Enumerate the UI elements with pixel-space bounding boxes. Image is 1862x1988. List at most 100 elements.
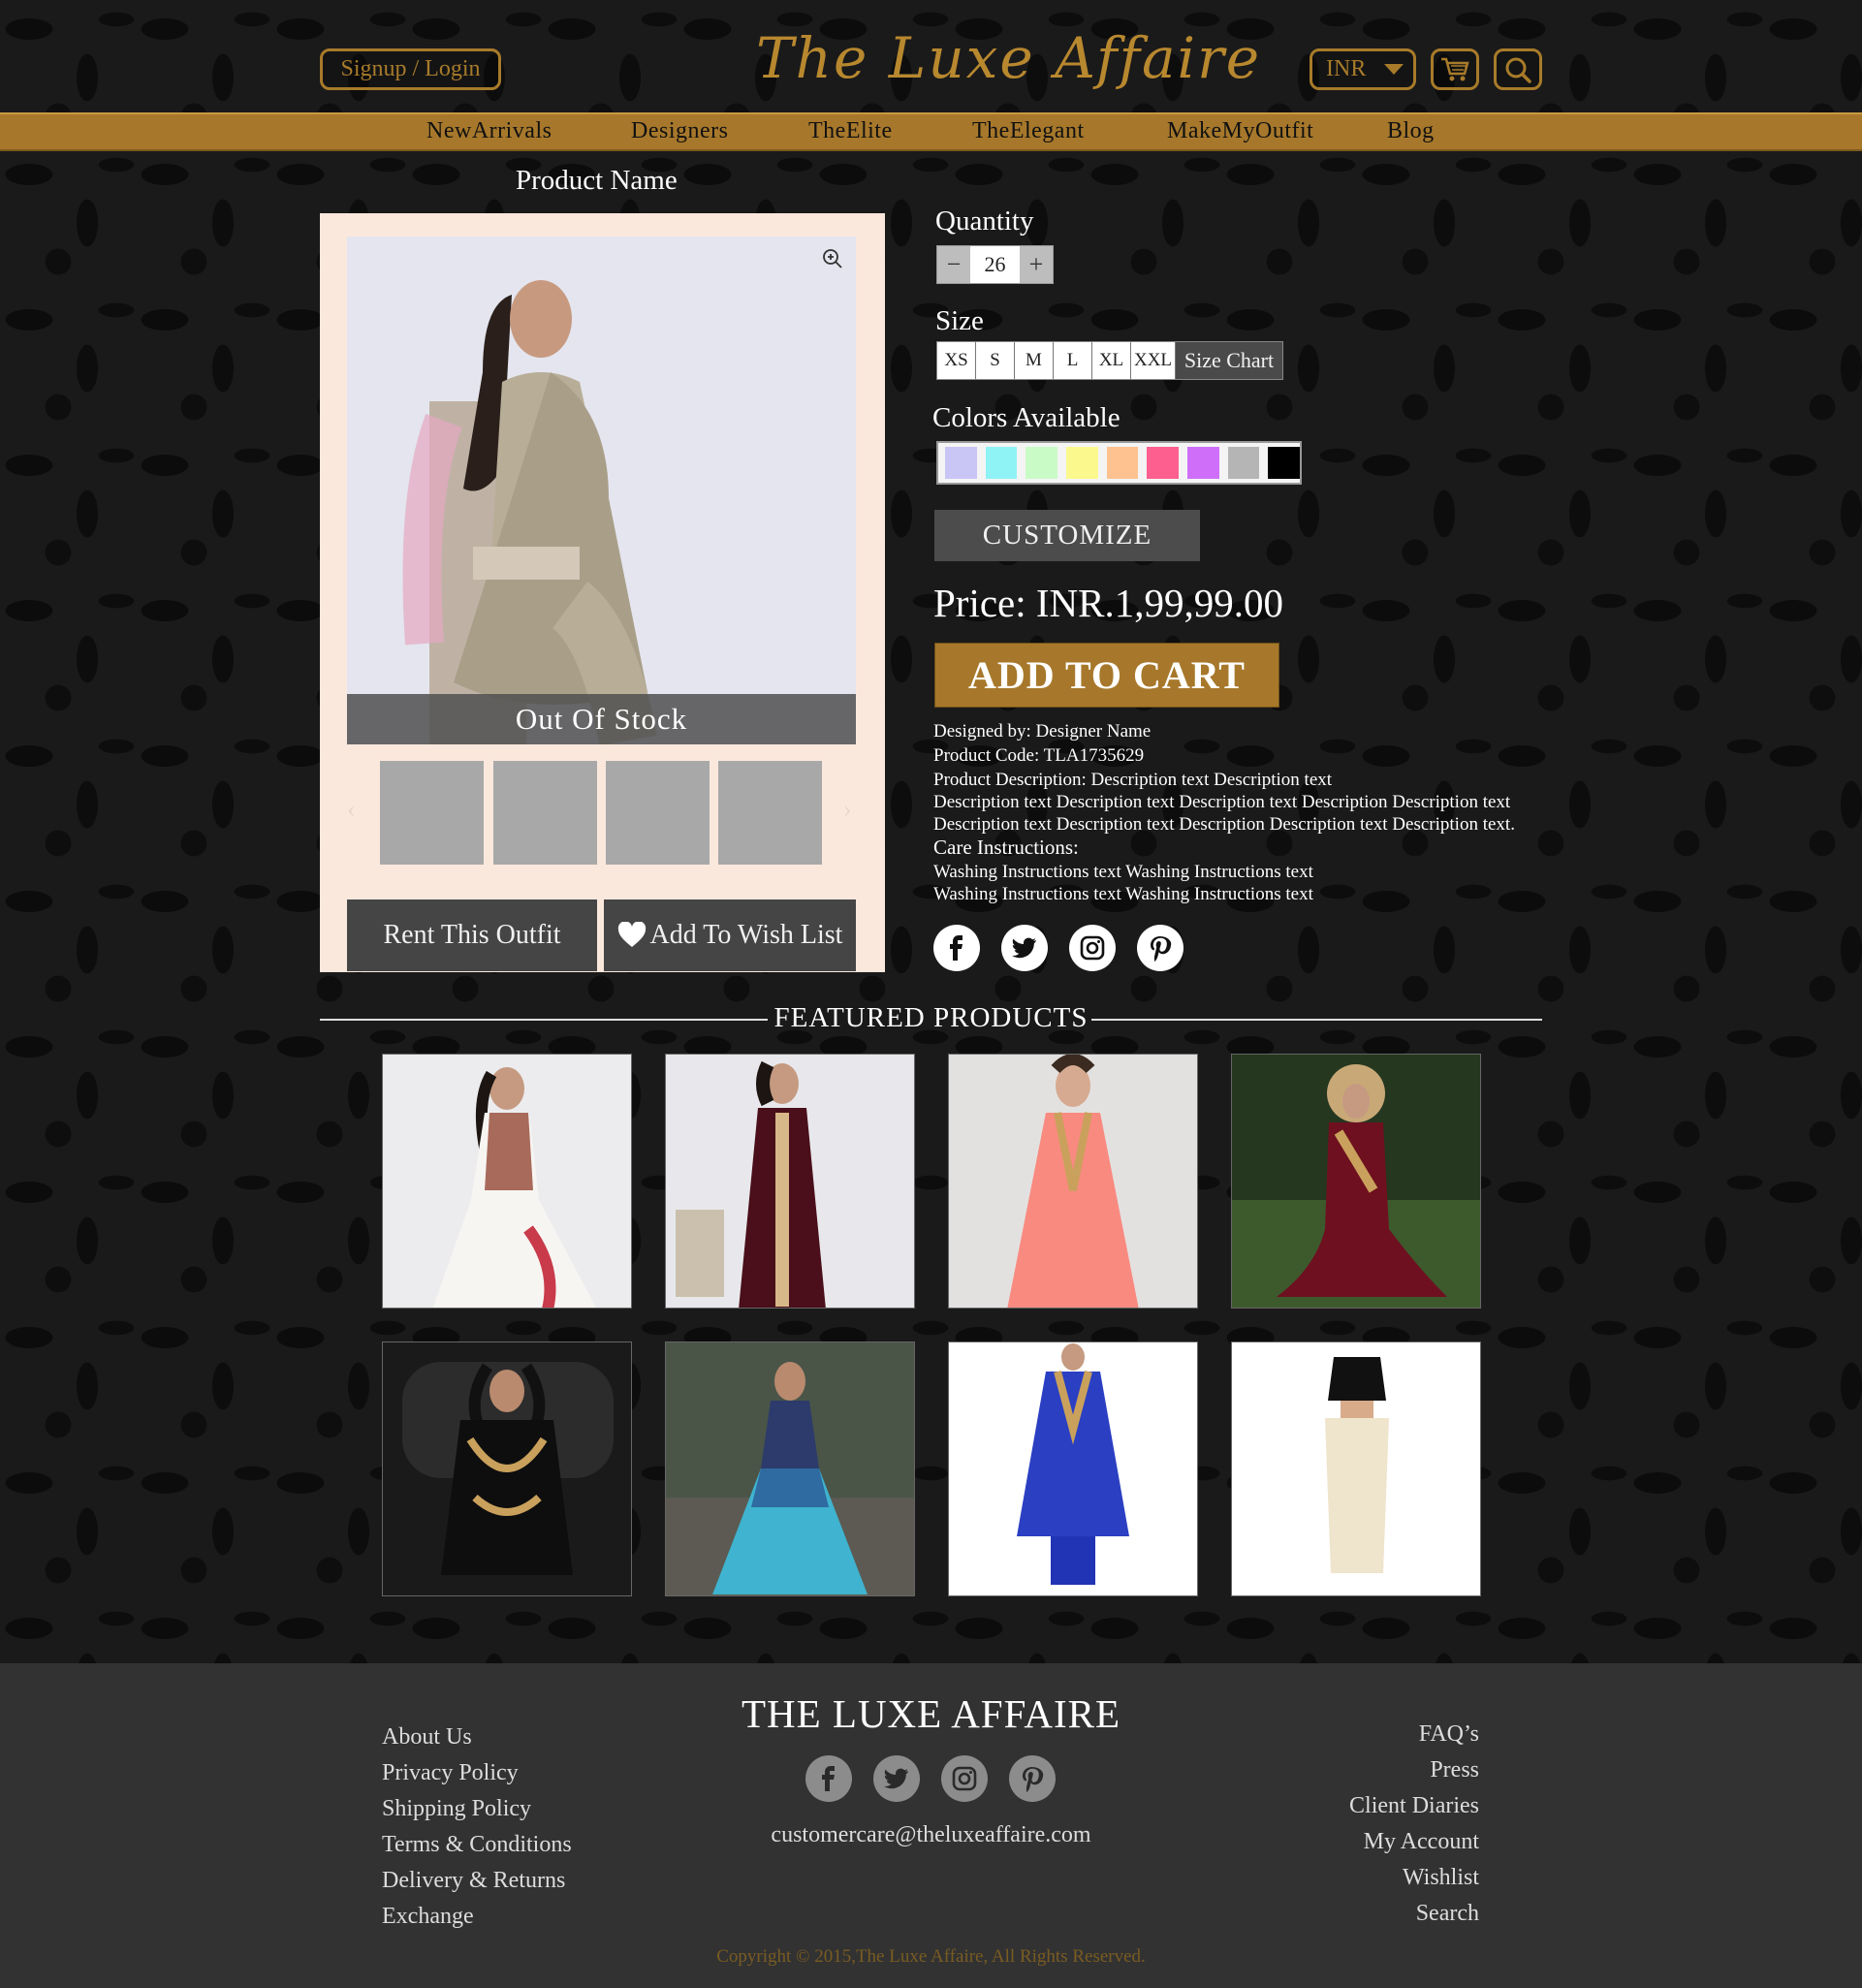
footer-link-client-diaries[interactable]: Client Diaries bbox=[1349, 1793, 1479, 1819]
product-description-line: Description text Description text Descri… bbox=[933, 814, 1515, 835]
quantity-increment-button[interactable]: + bbox=[1020, 246, 1053, 283]
color-swatches bbox=[936, 441, 1302, 485]
footer-facebook-button[interactable] bbox=[805, 1755, 852, 1802]
product-thumbnail[interactable] bbox=[606, 761, 710, 865]
nav-item-blog[interactable]: Blog bbox=[1387, 118, 1435, 144]
instagram-icon bbox=[952, 1766, 977, 1791]
twitter-icon bbox=[1012, 937, 1036, 959]
thumb-next-arrow[interactable]: › bbox=[843, 795, 852, 824]
size-option-l[interactable]: L bbox=[1054, 342, 1092, 379]
copyright-text: Copyright © 2015,The Luxe Affaire, All R… bbox=[716, 1946, 1146, 1967]
signup-login-button[interactable]: Signup / Login bbox=[320, 48, 501, 90]
currency-select[interactable]: INR bbox=[1310, 48, 1416, 90]
featured-product-card[interactable] bbox=[382, 1054, 632, 1309]
quantity-input[interactable]: 26 bbox=[970, 246, 1020, 283]
featured-product-card[interactable] bbox=[948, 1054, 1198, 1309]
size-option-m[interactable]: M bbox=[1015, 342, 1054, 379]
footer-brand: THE LUXE AFFAIRE bbox=[741, 1691, 1121, 1736]
rent-outfit-button[interactable]: Rent This Outfit bbox=[347, 899, 597, 971]
twitter-icon bbox=[884, 1768, 908, 1789]
site-logo[interactable]: The Luxe Affaire bbox=[756, 25, 1261, 91]
quantity-stepper: − 26 + bbox=[936, 245, 1054, 284]
footer-email-link[interactable]: customercare@theluxeaffaire.com bbox=[0, 1822, 1862, 1848]
footer-link-wishlist[interactable]: Wishlist bbox=[1403, 1865, 1479, 1891]
pinterest-icon bbox=[1023, 1767, 1044, 1792]
add-to-wishlist-button[interactable]: Add To Wish List bbox=[604, 899, 856, 971]
size-chart-button[interactable]: Size Chart bbox=[1176, 342, 1282, 379]
zoom-icon[interactable] bbox=[822, 248, 843, 269]
care-instructions-label: Care Instructions: bbox=[933, 836, 1079, 859]
instagram-icon bbox=[1080, 935, 1105, 961]
product-description-line: Description text Description text Descri… bbox=[933, 792, 1511, 812]
color-swatch[interactable] bbox=[1187, 447, 1219, 479]
size-option-xxl[interactable]: XXL bbox=[1131, 342, 1176, 379]
color-swatch[interactable] bbox=[985, 447, 1018, 479]
cart-button[interactable] bbox=[1431, 48, 1479, 90]
footer-link-faqs[interactable]: FAQ’s bbox=[1419, 1721, 1479, 1748]
care-instructions-line: Washing Instructions text Washing Instru… bbox=[933, 862, 1313, 882]
add-to-cart-button[interactable]: ADD TO CART bbox=[934, 643, 1279, 708]
cart-icon bbox=[1441, 57, 1469, 80]
facebook-share-button[interactable] bbox=[933, 925, 980, 971]
product-main-image[interactable] bbox=[347, 237, 856, 744]
footer-pinterest-button[interactable] bbox=[1009, 1755, 1056, 1802]
footer-link-search[interactable]: Search bbox=[1416, 1901, 1479, 1927]
product-thumbnail[interactable] bbox=[718, 761, 822, 865]
quantity-label: Quantity bbox=[935, 205, 1034, 237]
facebook-icon bbox=[950, 935, 963, 961]
product-price: Price: INR.1,99,99.00 bbox=[933, 581, 1283, 625]
facebook-icon bbox=[822, 1766, 835, 1791]
nav-item-new-arrivals[interactable]: NewArrivals bbox=[426, 118, 552, 144]
featured-product-card[interactable] bbox=[665, 1341, 915, 1596]
footer-link-shipping-policy[interactable]: Shipping Policy bbox=[382, 1796, 531, 1822]
nav-item-designers[interactable]: Designers bbox=[631, 118, 728, 144]
size-option-xl[interactable]: XL bbox=[1092, 342, 1131, 379]
colors-label: Colors Available bbox=[932, 402, 1120, 433]
care-instructions-line: Washing Instructions text Washing Instru… bbox=[933, 884, 1313, 904]
featured-product-card[interactable] bbox=[1231, 1054, 1481, 1309]
size-option-xs[interactable]: XS bbox=[937, 342, 976, 379]
twitter-share-button[interactable] bbox=[1001, 925, 1048, 971]
product-thumbnail[interactable] bbox=[493, 761, 597, 865]
footer-link-press[interactable]: Press bbox=[1430, 1757, 1479, 1783]
designer-name: Designed by: Designer Name bbox=[933, 721, 1152, 742]
chevron-down-icon bbox=[1384, 64, 1404, 75]
nav-item-the-elegant[interactable]: TheElegant bbox=[972, 118, 1085, 144]
color-swatch[interactable] bbox=[1066, 447, 1098, 479]
nav-item-the-elite[interactable]: TheElite bbox=[808, 118, 893, 144]
pinterest-share-button[interactable] bbox=[1137, 925, 1183, 971]
featured-product-card[interactable] bbox=[1231, 1341, 1481, 1596]
thumb-prev-arrow[interactable]: ‹ bbox=[347, 795, 356, 824]
nav-item-make-my-outfit[interactable]: MakeMyOutfit bbox=[1167, 118, 1313, 144]
search-button[interactable] bbox=[1494, 48, 1542, 90]
footer-link-my-account[interactable]: My Account bbox=[1364, 1829, 1479, 1855]
footer-link-exchange[interactable]: Exchange bbox=[382, 1904, 474, 1930]
quantity-decrement-button[interactable]: − bbox=[937, 246, 970, 283]
size-selector: XS S M L XL XXL Size Chart bbox=[936, 341, 1283, 380]
currency-value: INR bbox=[1326, 56, 1367, 81]
footer-link-delivery-returns[interactable]: Delivery & Returns bbox=[382, 1868, 565, 1894]
footer-twitter-button[interactable] bbox=[873, 1755, 920, 1802]
featured-product-card[interactable] bbox=[665, 1054, 915, 1309]
footer-link-privacy-policy[interactable]: Privacy Policy bbox=[382, 1760, 519, 1786]
featured-product-card[interactable] bbox=[382, 1341, 632, 1596]
product-code: Product Code: TLA1735629 bbox=[933, 745, 1145, 766]
color-swatch[interactable] bbox=[1147, 447, 1180, 479]
size-option-s[interactable]: S bbox=[976, 342, 1015, 379]
stock-status-banner: Out Of Stock bbox=[347, 694, 856, 744]
search-icon bbox=[1505, 57, 1531, 83]
color-swatch[interactable] bbox=[1106, 447, 1139, 479]
wishlist-label: Add To Wish List bbox=[649, 920, 843, 950]
footer-instagram-button[interactable] bbox=[941, 1755, 988, 1802]
main-nav: NewArrivals Designers TheElite TheElegan… bbox=[0, 112, 1862, 151]
featured-product-card[interactable] bbox=[948, 1341, 1198, 1596]
product-thumbnail[interactable] bbox=[380, 761, 484, 865]
customize-button[interactable]: CUSTOMIZE bbox=[934, 510, 1200, 561]
instagram-share-button[interactable] bbox=[1069, 925, 1116, 971]
product-name: Product Name bbox=[516, 165, 678, 196]
color-swatch[interactable] bbox=[1227, 447, 1260, 479]
product-description-line: Product Description: Description text De… bbox=[933, 770, 1333, 790]
color-swatch[interactable] bbox=[1268, 447, 1301, 479]
color-swatch[interactable] bbox=[1026, 447, 1058, 479]
color-swatch[interactable] bbox=[945, 447, 977, 479]
